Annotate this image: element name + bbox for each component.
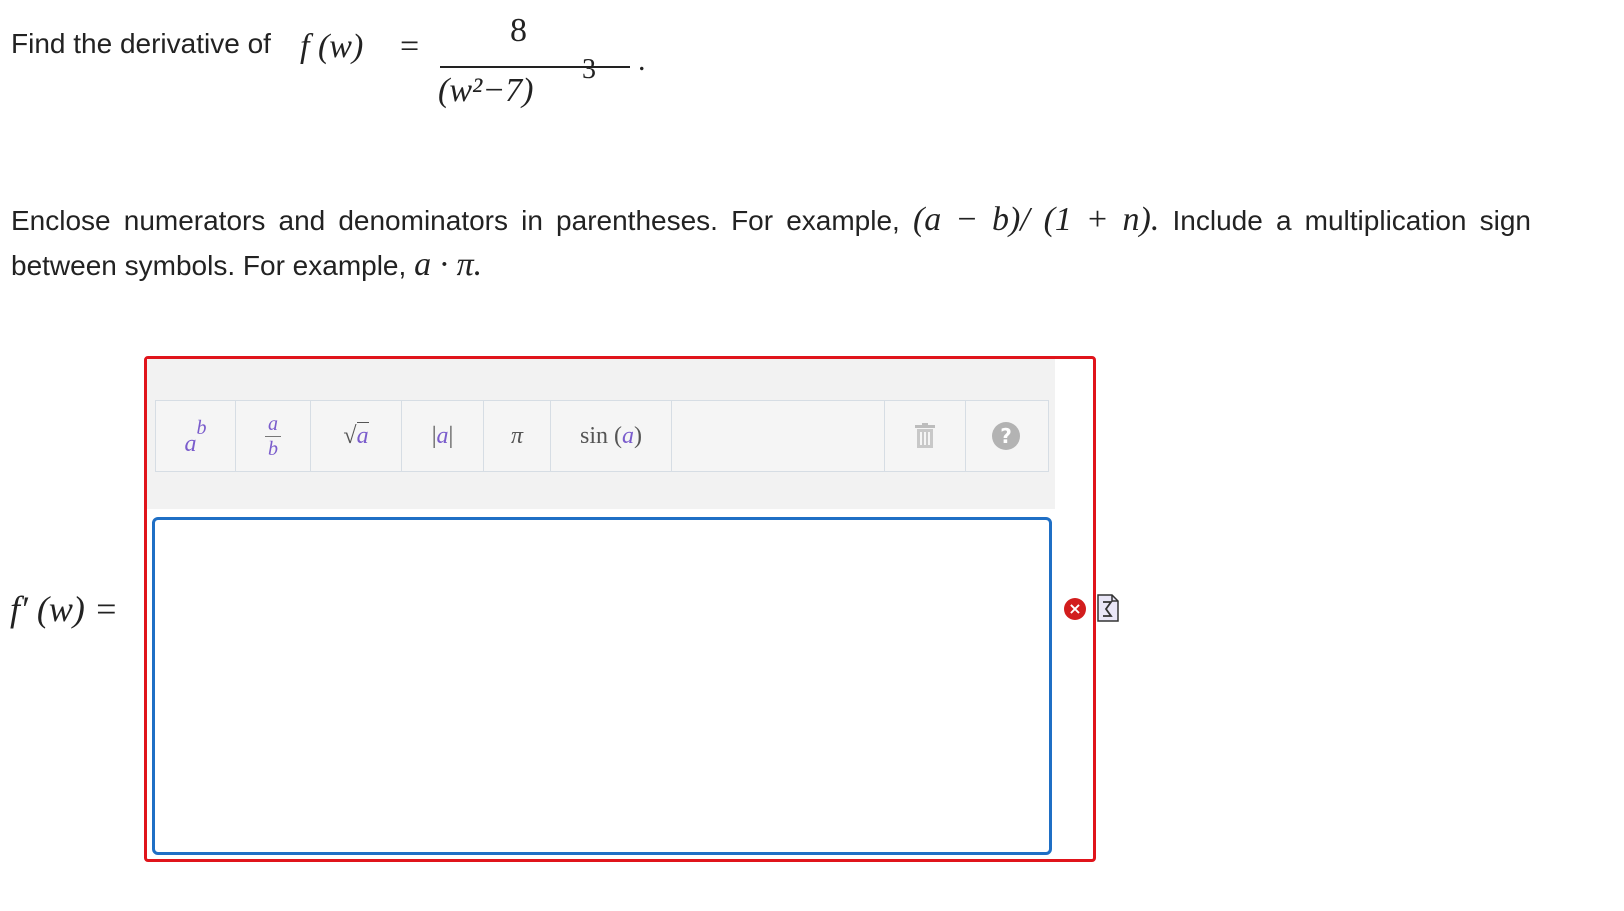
instructions-example1: (a − b)/ (1 + n).: [912, 201, 1160, 238]
equation-editor-icon[interactable]: [1097, 594, 1119, 622]
question-period: .: [638, 44, 646, 77]
instructions: Enclose numerators and denominators in p…: [11, 198, 1531, 288]
instructions-example2: a · π.: [414, 246, 483, 283]
question-prefix: Find the derivative of: [11, 28, 271, 59]
equals-sign: =: [400, 28, 420, 65]
sin-button[interactable]: sin (a): [551, 401, 672, 471]
toolbar-spacer: [672, 401, 885, 471]
fraction-bar: [440, 66, 630, 68]
denominator-exponent: 3: [582, 54, 596, 85]
math-toolbar: ab a b √ a | a | π sin (a) ?: [155, 400, 1049, 472]
fraction-numerator: 8: [510, 12, 527, 49]
error-icon: ×: [1064, 598, 1086, 620]
fraction-denominator: (w²−7): [438, 72, 534, 109]
pi-button[interactable]: π: [484, 401, 551, 471]
question-text: Find the derivative of: [11, 28, 271, 60]
sqrt-button[interactable]: √ a: [311, 401, 402, 471]
answer-input[interactable]: [152, 517, 1052, 855]
power-button[interactable]: ab: [156, 401, 236, 471]
function-equation: f (w) = 8 (w²−7) 3 .: [300, 12, 646, 140]
instructions-part1: Enclose numerators and denominators in p…: [11, 205, 900, 236]
help-icon[interactable]: ?: [966, 401, 1046, 471]
answer-label: f′ (w) =: [10, 589, 119, 629]
abs-button[interactable]: | a |: [402, 401, 484, 471]
fraction-button[interactable]: a b: [236, 401, 311, 471]
trash-icon[interactable]: [885, 401, 966, 471]
function-lhs: f (w): [300, 28, 364, 65]
